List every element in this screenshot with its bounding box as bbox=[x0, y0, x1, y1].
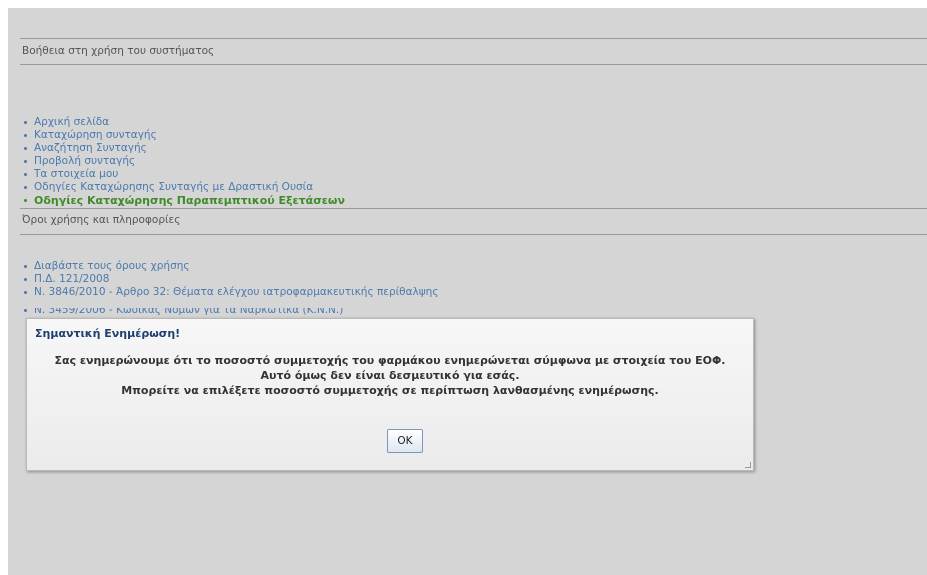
bullet-icon bbox=[24, 147, 27, 150]
bullet-icon bbox=[24, 186, 27, 189]
terms-section-heading: Όροι χρήσης και πληροφορίες bbox=[22, 214, 181, 226]
nav-link-my-details[interactable]: Τα στοιχεία μου bbox=[22, 168, 345, 181]
important-notice-dialog: Σημαντική Ενημέρωση! Σας ενημερώνουμε ότ… bbox=[26, 318, 754, 471]
nav-link-active-substance-guide[interactable]: Οδηγίες Καταχώρησης Συνταγής με Δραστική… bbox=[22, 181, 345, 194]
terms-link-read-terms[interactable]: Διαβάστε τους όρους χρήσης bbox=[22, 260, 438, 273]
terms-link-label: Π.Δ. 121/2008 bbox=[34, 273, 110, 285]
nav-link-label: Οδηγίες Καταχώρησης Συνταγής με Δραστική… bbox=[34, 181, 314, 193]
terms-link-law-3459-2006[interactable]: Ν. 3459/2006 - Κώδικας Νόμων για τα Ναρκ… bbox=[22, 308, 343, 317]
terms-link-pd-121-2008[interactable]: Π.Δ. 121/2008 bbox=[22, 273, 438, 286]
bullet-icon bbox=[24, 309, 27, 312]
nav-link-view-prescription[interactable]: Προβολή συνταγής bbox=[22, 155, 345, 168]
bullet-icon bbox=[24, 134, 27, 137]
nav-link-label: Τα στοιχεία μου bbox=[34, 168, 119, 180]
nav-link-search-prescription[interactable]: Αναζήτηση Συνταγής bbox=[22, 142, 345, 155]
terms-link-label: Ν. 3459/2006 - Κώδικας Νόμων για τα Ναρκ… bbox=[34, 308, 344, 316]
nav-link-label: Καταχώρηση συνταγής bbox=[34, 129, 157, 141]
nav-link-register-prescription[interactable]: Καταχώρηση συνταγής bbox=[22, 129, 345, 142]
terms-links-overflow: Ν. 3459/2006 - Κώδικας Νόμων για τα Ναρκ… bbox=[22, 308, 343, 317]
bullet-icon bbox=[24, 291, 27, 294]
dialog-message: Σας ενημερώνουμε ότι το ποσοστό συμμετοχ… bbox=[27, 353, 753, 398]
nav-link-exam-referral-guide[interactable]: Οδηγίες Καταχώρησης Παραπεμπτικού Εξετάσ… bbox=[22, 194, 345, 207]
bullet-icon bbox=[24, 278, 27, 281]
bullet-icon bbox=[24, 199, 27, 202]
nav-link-home[interactable]: Αρχική σελίδα bbox=[22, 116, 345, 129]
resize-grip-icon[interactable] bbox=[745, 462, 751, 468]
dialog-title: Σημαντική Ενημέρωση! bbox=[35, 327, 181, 340]
divider bbox=[20, 234, 927, 235]
divider bbox=[20, 38, 927, 39]
dialog-message-line: Σας ενημερώνουμε ότι το ποσοστό συμμετοχ… bbox=[54, 354, 726, 367]
ok-button[interactable]: OK bbox=[387, 429, 423, 453]
nav-link-label: Αναζήτηση Συνταγής bbox=[34, 142, 147, 154]
bullet-icon bbox=[24, 160, 27, 163]
dialog-message-line: Αυτό όμως δεν είναι δεσμευτικό για εσάς. bbox=[260, 369, 520, 382]
terms-link-law-3846-2010[interactable]: Ν. 3846/2010 - Άρθρο 32: Θέματα ελέγχου … bbox=[22, 286, 438, 299]
nav-link-label: Οδηγίες Καταχώρησης Παραπεμπτικού Εξετάσ… bbox=[34, 194, 345, 207]
divider bbox=[20, 208, 927, 209]
divider bbox=[20, 64, 927, 65]
help-links: Αρχική σελίδα Καταχώρηση συνταγής Αναζήτ… bbox=[22, 116, 345, 207]
nav-link-label: Προβολή συνταγής bbox=[34, 155, 136, 167]
bullet-icon bbox=[24, 173, 27, 176]
dialog-message-line: Μπορείτε να επιλέξετε ποσοστό συμμετοχής… bbox=[121, 384, 659, 397]
nav-link-label: Αρχική σελίδα bbox=[34, 116, 110, 128]
terms-links: Διαβάστε τους όρους χρήσης Π.Δ. 121/2008… bbox=[22, 260, 438, 299]
terms-link-label: Ν. 3846/2010 - Άρθρο 32: Θέματα ελέγχου … bbox=[34, 286, 439, 298]
help-section-heading: Βοήθεια στη χρήση του συστήματος bbox=[22, 45, 215, 57]
bullet-icon bbox=[24, 121, 27, 124]
bullet-icon bbox=[24, 265, 27, 268]
terms-link-label: Διαβάστε τους όρους χρήσης bbox=[34, 260, 190, 272]
